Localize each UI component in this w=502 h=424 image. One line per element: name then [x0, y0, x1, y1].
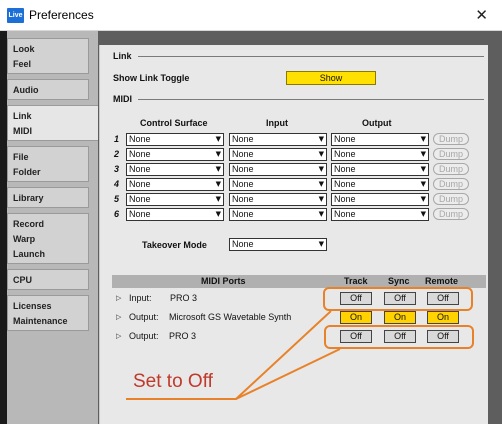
annotation-box-input: [323, 287, 473, 311]
annotation-text: Set to Off: [133, 371, 213, 392]
annotation-box-output: [324, 325, 474, 349]
annotation-overlay: [126, 287, 474, 400]
annotation-arrow-line: [235, 348, 341, 400]
